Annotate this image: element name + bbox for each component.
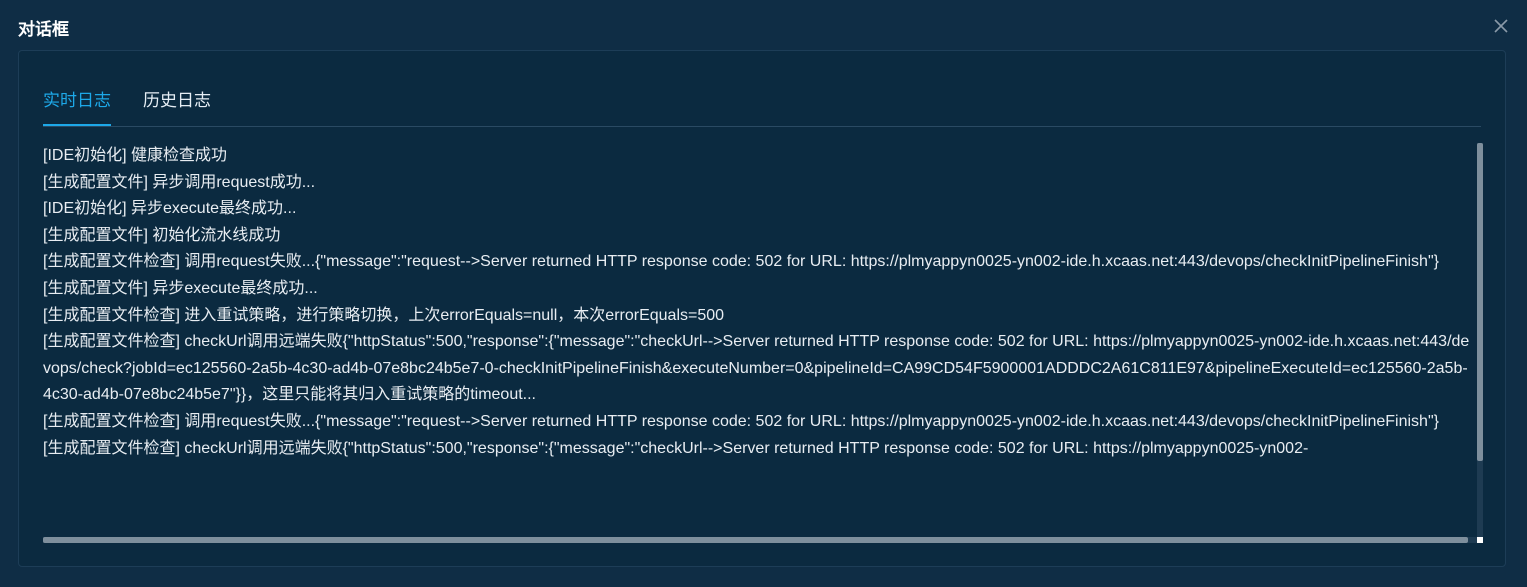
log-line: [生成配置文件检查] checkUrl调用远端失败{"httpStatus":5… <box>43 333 1470 404</box>
log-line: [生成配置文件] 初始化流水线成功 <box>43 226 281 244</box>
vertical-scrollbar[interactable] <box>1477 143 1483 541</box>
log-line: [生成配置文件] 异步调用request成功... <box>43 173 316 191</box>
log-line: [IDE初始化] 健康检查成功 <box>43 147 228 164</box>
close-icon <box>1494 19 1508 33</box>
tab-realtime-log[interactable]: 实时日志 <box>43 87 111 126</box>
log-line: [生成配置文件] 异步execute最终成功... <box>43 279 318 297</box>
vertical-scrollbar-thumb[interactable] <box>1477 143 1483 461</box>
tab-history-log[interactable]: 历史日志 <box>143 87 211 125</box>
log-panel: 实时日志 历史日志 [IDE初始化] 健康检查成功 [生成配置文件] 异步调用r… <box>18 50 1506 567</box>
log-line: [生成配置文件检查] 进入重试策略，进行策略切换，上次errorEquals=n… <box>43 306 725 324</box>
log-line: [生成配置文件检查] 调用request失败...{"message":"req… <box>43 412 1439 430</box>
dialog: 对话框 实时日志 历史日志 [IDE初始化] 健康检查成功 [生成配置文件] 异… <box>0 0 1527 587</box>
horizontal-scrollbar[interactable] <box>43 537 1477 543</box>
log-line: [生成配置文件检查] 调用request失败...{"message":"req… <box>43 253 1439 271</box>
scrollbar-corner <box>1477 537 1483 543</box>
close-button[interactable] <box>1489 14 1513 38</box>
dialog-title: 对话框 <box>18 20 69 39</box>
tab-bar: 实时日志 历史日志 <box>43 87 1481 127</box>
log-content: [IDE初始化] 健康检查成功 [生成配置文件] 异步调用request成功..… <box>43 143 1471 462</box>
horizontal-scrollbar-thumb[interactable] <box>43 537 1468 543</box>
log-viewer[interactable]: [IDE初始化] 健康检查成功 [生成配置文件] 异步调用request成功..… <box>43 143 1483 543</box>
log-line: [IDE初始化] 异步execute最终成功... <box>43 200 297 218</box>
log-line: [生成配置文件检查] checkUrl调用远端失败{"httpStatus":5… <box>43 439 1309 457</box>
